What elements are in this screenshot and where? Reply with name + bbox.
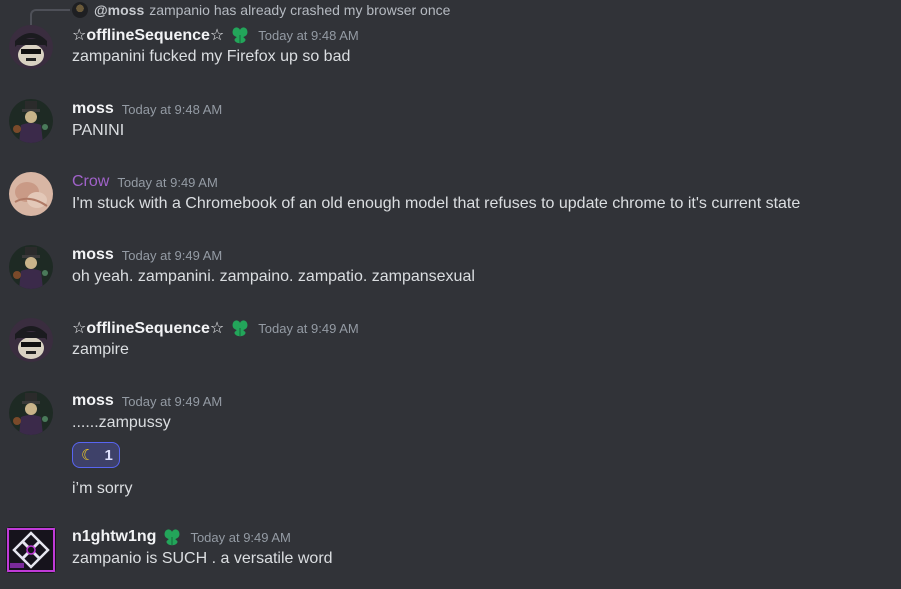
reply-avatar bbox=[72, 2, 88, 18]
message-content: zampire bbox=[72, 341, 129, 358]
username[interactable]: moss bbox=[72, 100, 114, 118]
avatar[interactable] bbox=[9, 318, 53, 362]
timestamp: Today at 9:48 AM bbox=[258, 27, 359, 43]
reply-mention[interactable]: @moss bbox=[94, 2, 144, 18]
username[interactable]: ☆offlineSequence☆ bbox=[72, 318, 224, 338]
avatar[interactable] bbox=[9, 391, 53, 435]
message-content: i’m sorry bbox=[72, 480, 133, 497]
avatar[interactable] bbox=[9, 25, 53, 69]
timestamp: Today at 9:49 AM bbox=[117, 174, 218, 190]
reaction-button[interactable]: ☾ 1 bbox=[72, 442, 120, 468]
crescent-moon-icon: ☾ bbox=[81, 447, 95, 464]
username[interactable]: Crow bbox=[72, 173, 109, 191]
message-content: oh yeah. zampanini. zampaino. zampatio. … bbox=[72, 268, 475, 285]
message-content: zampanini fucked my Firefox up so bad bbox=[72, 48, 351, 65]
leaf-role-icon[interactable] bbox=[162, 527, 182, 547]
username[interactable]: moss bbox=[72, 392, 114, 410]
timestamp: Today at 9:49 AM bbox=[190, 529, 291, 545]
username[interactable]: n1ghtw1ng bbox=[72, 528, 156, 546]
timestamp: Today at 9:49 AM bbox=[258, 320, 359, 336]
avatar[interactable] bbox=[6, 527, 56, 573]
leaf-role-icon[interactable] bbox=[230, 25, 250, 45]
username[interactable]: ☆offlineSequence☆ bbox=[72, 25, 224, 45]
timestamp: Today at 9:49 AM bbox=[121, 247, 223, 263]
message-content: I'm stuck with a Chromebook of an old en… bbox=[72, 195, 801, 212]
username[interactable]: moss bbox=[72, 246, 114, 264]
reply-text: zampanio has already crashed my browser … bbox=[149, 2, 451, 18]
leaf-role-icon[interactable] bbox=[230, 318, 250, 338]
message-content: PANINI bbox=[72, 122, 125, 139]
timestamp: Today at 9:48 AM bbox=[121, 101, 223, 117]
reply-connector bbox=[30, 9, 70, 25]
avatar[interactable] bbox=[9, 245, 53, 289]
message-content: zampanio is SUCH . a versatile word bbox=[72, 550, 333, 567]
reaction-count: 1 bbox=[104, 446, 113, 464]
message-content: ......zampussy bbox=[72, 414, 171, 431]
timestamp: Today at 9:49 AM bbox=[121, 393, 223, 409]
avatar[interactable] bbox=[9, 172, 53, 216]
avatar[interactable] bbox=[9, 99, 53, 143]
reply-reference[interactable]: @moss zampanio has already crashed my br… bbox=[72, 1, 450, 19]
